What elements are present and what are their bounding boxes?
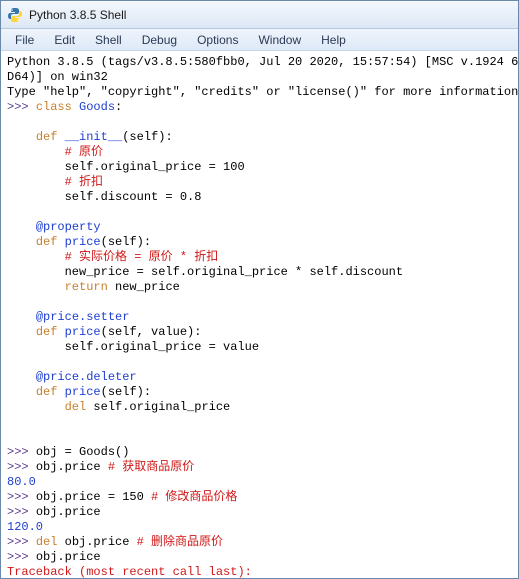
comment: # 删除商品原价 [137,535,223,549]
code-line: new_price = self.original_price * self.d… [65,265,403,279]
menu-file[interactable]: File [7,31,42,49]
window-titlebar: Python 3.8.5 Shell [1,1,518,29]
prompt: >>> [7,505,29,519]
decorator-deleter: @price.deleter [36,370,137,384]
prompt: >>> [7,445,29,459]
code-line: obj.price [36,460,108,474]
kw-def: def [36,130,58,144]
banner-line: Type "help", "copyright", "credits" or "… [7,85,518,99]
code-line: self.original_price [86,400,230,414]
menubar: File Edit Shell Debug Options Window Hel… [1,29,518,51]
code-line: obj.price [57,535,136,549]
prompt: >>> [7,460,29,474]
code-line: self.original_price = 100 [65,160,245,174]
comment: # 实际价格 = 原价 * 折扣 [65,250,219,264]
sig: (self): [122,130,172,144]
prompt: >>> [7,535,29,549]
menu-window[interactable]: Window [250,31,309,49]
menu-shell[interactable]: Shell [87,31,130,49]
kw-def: def [36,235,58,249]
comment: # 折扣 [65,175,103,189]
kw-return: return [65,280,108,294]
method-price: price [65,325,101,339]
class-name: Goods [79,100,115,114]
method-init: __init__ [65,130,123,144]
menu-debug[interactable]: Debug [134,31,185,49]
kw-del: del [65,400,87,414]
method-price: price [65,385,101,399]
menu-help[interactable]: Help [313,31,354,49]
comment: # 原价 [65,145,103,159]
decorator-setter: @price.setter [36,310,130,324]
kw-class: class [36,100,72,114]
menu-options[interactable]: Options [189,31,246,49]
prompt: >>> [7,490,29,504]
code-line: obj.price = 150 [36,490,151,504]
comment: # 修改商品价格 [151,490,237,504]
output: 80.0 [7,475,36,489]
banner-line: D64)] on win32 [7,70,108,84]
python-icon [7,7,23,23]
prompt: >>> [7,100,29,114]
code-line: obj = Goods() [36,445,130,459]
sig: (self): [101,235,151,249]
code-line: self.discount = 0.8 [65,190,202,204]
code-line: obj.price [36,505,101,519]
kw-def: def [36,385,58,399]
menu-edit[interactable]: Edit [46,31,83,49]
prompt: >>> [7,550,29,564]
kw-del: del [36,535,58,549]
traceback-line: Traceback (most recent call last): [7,565,252,578]
colon: : [115,100,122,114]
window-title: Python 3.8.5 Shell [29,8,126,22]
code-line: new_price [108,280,180,294]
shell-editor[interactable]: Python 3.8.5 (tags/v3.8.5:580fbb0, Jul 2… [1,51,518,578]
decorator-property: @property [36,220,101,234]
comment: # 获取商品原价 [108,460,194,474]
sig: (self, value): [101,325,202,339]
banner-line: Python 3.8.5 (tags/v3.8.5:580fbb0, Jul 2… [7,55,518,69]
method-price: price [65,235,101,249]
output: 120.0 [7,520,43,534]
sig: (self): [101,385,151,399]
kw-def: def [36,325,58,339]
code-line: obj.price [36,550,101,564]
code-line: self.original_price = value [65,340,259,354]
